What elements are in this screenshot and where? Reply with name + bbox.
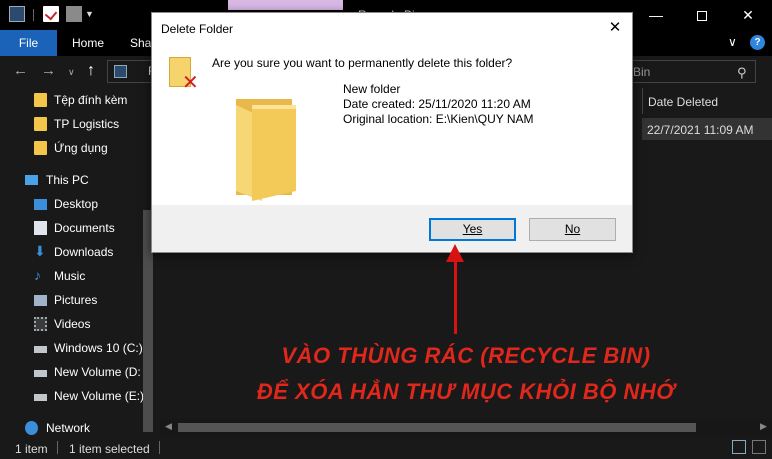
sidebar-item-label: TP Logistics <box>54 117 120 131</box>
sidebar-item-label: Documents <box>54 221 115 235</box>
pc-icon <box>25 175 38 185</box>
sidebar-item-pictures[interactable]: Pictures <box>0 290 156 312</box>
back-arrow-icon[interactable]: ← <box>13 62 28 79</box>
sidebar-item-music[interactable]: ♪ Music <box>0 266 156 288</box>
annotation-line-2: ĐỂ XÓA HẲN THƯ MỤC KHỎI BỘ NHỚ <box>256 379 676 404</box>
recycle-bin-icon <box>114 65 127 78</box>
navigation-pane: Tệp đính kèm TP Logistics Ứng dụng This … <box>0 88 156 436</box>
list-item[interactable]: 22/7/2021 11:09 AM <box>642 118 772 140</box>
selection-count: 1 item selected <box>69 442 150 456</box>
drive-icon <box>34 346 47 353</box>
sidebar-item-desktop[interactable]: Desktop <box>0 194 156 216</box>
item-count: 1 item <box>15 442 48 456</box>
folder-icon <box>34 93 47 107</box>
no-button[interactable]: No <box>529 218 616 241</box>
status-separator <box>159 441 160 454</box>
maximize-icon <box>697 11 707 22</box>
downloads-icon: ⬇ <box>34 243 46 259</box>
recent-locations-chevron-icon[interactable]: ∨ <box>68 67 75 78</box>
forward-arrow-icon[interactable]: → <box>41 62 56 79</box>
tab-home[interactable]: Home <box>72 30 104 56</box>
no-button-label: No <box>564 222 581 236</box>
folder-icon <box>34 117 47 131</box>
properties-icon[interactable] <box>43 6 59 22</box>
sidebar-item-label: Desktop <box>54 197 99 211</box>
status-bar: 1 item 1 item selected <box>0 436 772 459</box>
annotation-line-1: VÀO THÙNG RÁC (RECYCLE BIN) <box>281 343 651 368</box>
expand-ribbon-chevron-icon[interactable]: ∨ <box>728 35 737 49</box>
large-folder-icon <box>236 99 296 201</box>
sidebar-item-label: Windows 10 (C:) <box>54 341 143 355</box>
yes-button-label: Yes <box>462 222 483 236</box>
sidebar-item-drive-e[interactable]: New Volume (E:) <box>0 386 156 408</box>
dialog-close-button[interactable]: ✕ <box>598 13 632 43</box>
drive-icon <box>34 394 47 401</box>
scroll-left-icon[interactable]: ◀ <box>165 421 172 432</box>
network-icon <box>25 421 38 435</box>
sidebar-item-label: Tệp đính kèm <box>54 93 128 107</box>
date-deleted-value: 22/7/2021 11:09 AM <box>647 123 754 137</box>
dialog-title-bar: Delete Folder ✕ <box>152 13 632 43</box>
sidebar-item-drive-c[interactable]: Windows 10 (C:) <box>0 338 156 360</box>
desktop-icon <box>34 199 47 210</box>
dialog-body: ✕ Are you sure you want to permanently d… <box>152 43 632 205</box>
folder-icon <box>34 141 47 155</box>
documents-icon <box>34 221 47 235</box>
close-window-button[interactable]: ✕ <box>725 0 771 30</box>
sidebar-item-label: Downloads <box>54 245 114 259</box>
sidebar-item-label: This PC <box>46 173 89 187</box>
scroll-right-icon[interactable]: ▶ <box>760 421 767 432</box>
yes-button[interactable]: Yes <box>429 218 516 241</box>
up-arrow-icon[interactable]: ↑ <box>87 62 95 80</box>
dialog-title: Delete Folder <box>161 22 234 36</box>
scroll-thumb[interactable] <box>178 423 696 432</box>
search-icon: ⚲ <box>737 65 747 80</box>
address-input[interactable]: R <box>107 60 157 83</box>
column-header-label: Date Deleted <box>648 95 719 109</box>
sidebar-item-downloads[interactable]: ⬇ Downloads <box>0 242 156 264</box>
maximize-button[interactable] <box>679 0 725 30</box>
details-view-icon[interactable] <box>732 440 746 454</box>
sidebar-item-label: New Volume (E:) <box>54 389 145 403</box>
sidebar-item-attachments[interactable]: Tệp đính kèm <box>0 90 156 112</box>
sidebar-item-apps[interactable]: Ứng dụng <box>0 138 156 160</box>
help-icon[interactable]: ? <box>750 35 765 50</box>
large-icons-view-icon[interactable] <box>752 440 766 454</box>
quick-access-separator <box>33 9 34 21</box>
sidebar-item-label: Pictures <box>54 293 98 307</box>
sidebar-item-label: Videos <box>54 317 91 331</box>
sidebar-item-label: Ứng dụng <box>54 141 108 155</box>
customize-toolbar-chevron-icon[interactable]: ▼ <box>85 9 95 19</box>
sidebar-item-label: Network <box>46 421 91 435</box>
recycle-bin-icon[interactable] <box>9 6 25 22</box>
column-header-date-deleted[interactable]: Date Deleted <box>642 88 772 114</box>
folder-name: New folder <box>343 82 401 96</box>
sidebar-item-label: New Volume (D: <box>54 365 141 379</box>
original-location: Original location: E:\Kien\QUY NAM <box>343 112 534 126</box>
pictures-icon <box>34 295 47 306</box>
delete-folder-dialog: Delete Folder ✕ ✕ Are you sure you want … <box>151 12 633 253</box>
music-icon: ♪ <box>34 267 41 283</box>
horizontal-scrollbar[interactable]: ◀ ▶ <box>160 419 772 436</box>
dialog-button-row: Yes No <box>152 205 632 252</box>
sidebar-item-label: Music <box>54 269 86 283</box>
sidebar-item-tp-logistics[interactable]: TP Logistics <box>0 114 156 136</box>
sidebar-item-drive-d[interactable]: New Volume (D: <box>0 362 156 384</box>
tab-file[interactable]: File <box>0 30 57 56</box>
status-separator <box>57 441 58 454</box>
videos-icon <box>34 317 47 331</box>
annotation-arrow-line <box>454 258 457 334</box>
sidebar-item-videos[interactable]: Videos <box>0 314 156 336</box>
folder-info: New folder Date created: 25/11/2020 11:2… <box>343 82 534 127</box>
date-created: Date created: 25/11/2020 11:20 AM <box>343 97 531 111</box>
drive-icon <box>34 370 47 377</box>
minimize-button[interactable]: — <box>633 0 679 30</box>
confirmation-question: Are you sure you want to permanently del… <box>212 56 513 70</box>
sidebar-item-documents[interactable]: Documents <box>0 218 156 240</box>
new-folder-icon[interactable] <box>66 6 82 22</box>
sidebar-item-this-pc[interactable]: This PC <box>0 170 156 192</box>
title-highlight <box>228 0 343 10</box>
delete-x-icon: ✕ <box>182 72 199 94</box>
